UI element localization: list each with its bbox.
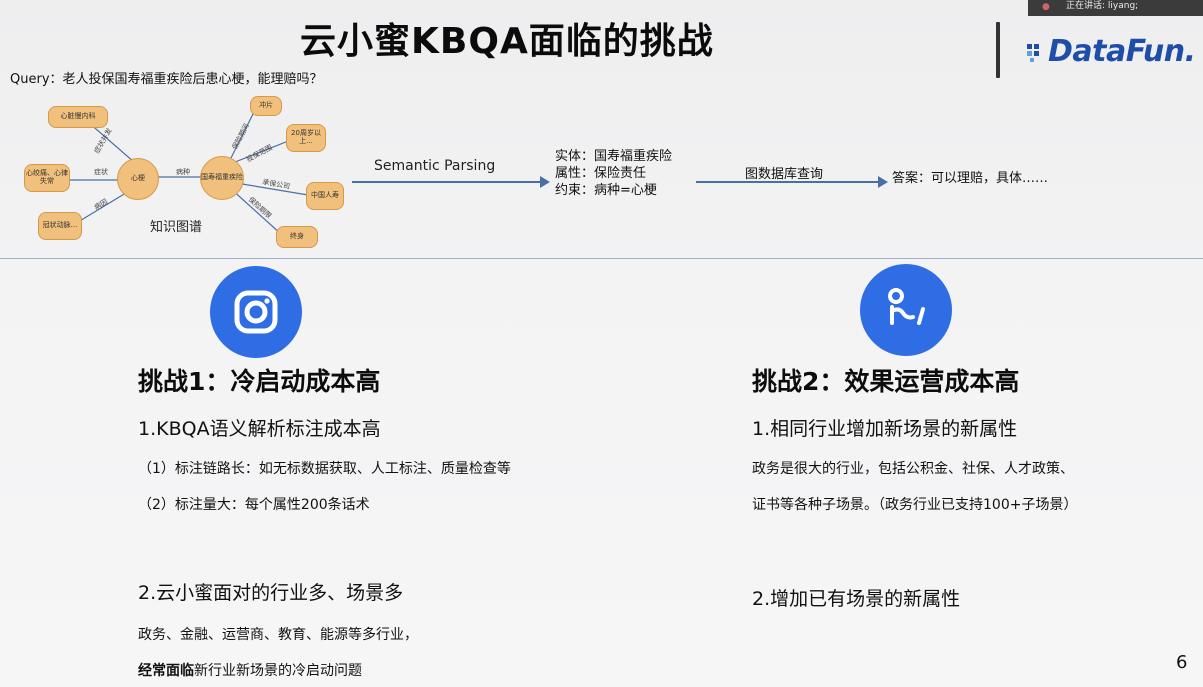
challenge1-point2-line2: 经常面临新行业新场景的冷启动问题	[138, 660, 362, 680]
datafun-logo: DataFun.	[1026, 34, 1196, 69]
logo-text: DataFun.	[1048, 34, 1196, 69]
challenge1-heading: 挑战1：冷启动成本高	[138, 367, 381, 396]
edge-label: 承保公司	[262, 177, 291, 191]
challenge2-heading: 挑战2：效果运营成本高	[752, 367, 1020, 396]
kg-node: 心绞痛、心律失常	[24, 164, 70, 192]
logo-dots-icon	[1027, 43, 1039, 62]
camera-icon	[210, 266, 302, 358]
person-run-icon	[860, 264, 952, 356]
kg-node: 中国人寿	[306, 182, 344, 210]
knowledge-graph-caption: 知识图谱	[150, 220, 203, 235]
brand-divider	[996, 22, 1000, 78]
answer-text: 答案：可以理赔，具体……	[892, 171, 1049, 186]
challenge2-point1-line2: 证书等各种子场景。（政务行业已支持100+子场景）	[752, 497, 1078, 513]
kg-node: 20周岁以上...	[286, 124, 326, 152]
challenge2-point1: 1.相同行业增加新场景的新属性	[752, 418, 1018, 440]
kg-node-product: 国寿福重疾险	[200, 156, 244, 200]
edge-label: 症状	[94, 167, 108, 176]
challenge1-point1-sub2: （2）标注量大：每个属性200条话术	[138, 497, 370, 513]
edge-label: 症状并发	[92, 126, 114, 155]
challenge2-point2: 2.增加已有场景的新属性	[752, 588, 961, 610]
challenge2-point1-line1: 政务是很大的行业，包括公积金、社保、人才政策、	[752, 461, 1074, 477]
edge-label: 保险期间	[230, 122, 251, 151]
kg-node: 冠状动脉...	[38, 212, 82, 240]
kg-node: 终身	[276, 226, 318, 248]
query-text: Query：老人投保国寿福重疾险后患心梗，能理赔吗？	[10, 72, 323, 87]
speaking-indicator: ● 正在讲话: liyang;	[1028, 0, 1203, 16]
constraint-line: 约束：病种=心梗	[555, 183, 657, 198]
semantic-parsing-label: Semantic Parsing	[374, 158, 496, 174]
parse-result: 实体：国寿福重疾险 属性：保险责任 约束：病种=心梗	[555, 148, 672, 199]
edge-label: 投保范围	[245, 143, 274, 164]
kg-node-center: 心梗	[117, 158, 159, 200]
edge-label: 病因	[93, 197, 110, 212]
slide-title: 云小蜜KBQA面临的挑战	[300, 21, 714, 62]
challenge1-point1-sub1: （1）标注链路长：如无标数据获取、人工标注、质量检查等	[138, 461, 511, 477]
challenge1-point2-line1: 政务、金融、运营商、教育、能源等多行业，	[138, 627, 418, 643]
kg-node: 冲片	[250, 96, 282, 116]
emphasis-text: 经常面临	[138, 663, 194, 679]
entity-line: 实体：国寿福重疾险	[555, 149, 673, 164]
kg-node: 心脏慢内科	[48, 106, 108, 128]
edge-label: 保险期限	[247, 195, 274, 220]
challenge1-point1: 1.KBQA语义解析标注成本高	[138, 418, 381, 440]
page-number: 6	[1176, 652, 1188, 673]
edge-label: 病种	[176, 167, 190, 176]
rest-text: 新行业新场景的冷启动问题	[194, 663, 362, 679]
graph-db-query-label: 图数据库查询	[745, 167, 824, 182]
microphone-icon: ●	[1042, 2, 1050, 12]
attribute-line: 属性：保险责任	[555, 166, 647, 181]
section-divider	[0, 258, 1203, 259]
challenge1-point2: 2.云小蜜面对的行业多、场景多	[138, 582, 404, 604]
